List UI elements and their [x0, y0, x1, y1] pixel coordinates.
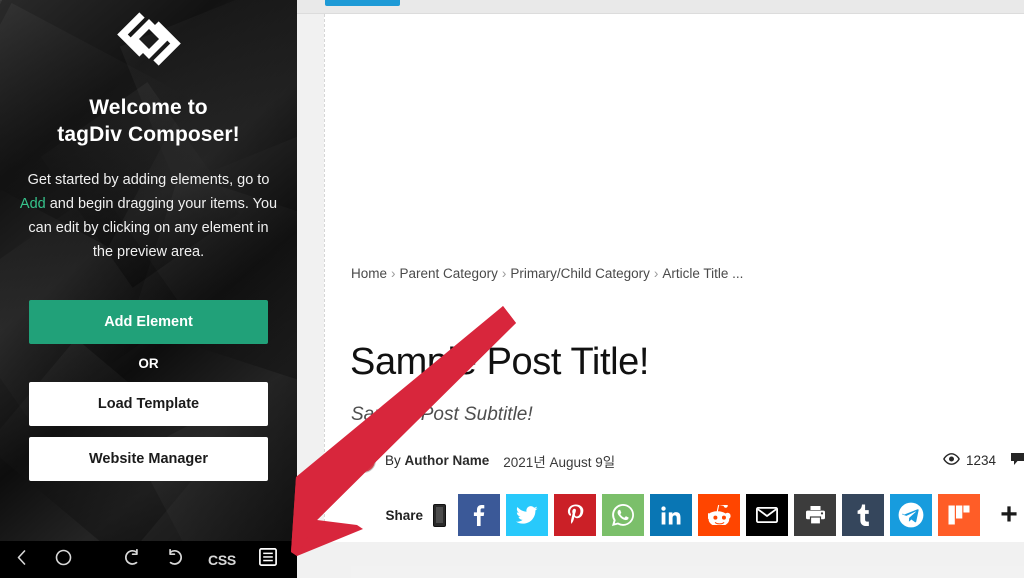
breadcrumb-item-parent-category[interactable]: Parent Category: [400, 266, 498, 281]
undo-icon: [121, 548, 140, 571]
post-meta-row: By Author Name 2021년 August 9일 1234: [351, 448, 1024, 473]
or-divider-label: OR: [138, 356, 159, 371]
by-prefix: By: [385, 453, 405, 468]
share-print-button[interactable]: [794, 494, 836, 536]
author-name[interactable]: Author Name: [405, 453, 490, 468]
breadcrumb-item-home[interactable]: Home: [351, 266, 387, 281]
eye-icon: [943, 453, 960, 468]
welcome-line-1: Welcome to: [89, 96, 208, 119]
share-telegram-button[interactable]: [890, 494, 932, 536]
back-button[interactable]: [6, 541, 36, 578]
website-manager-button[interactable]: Website Manager: [29, 437, 268, 481]
comment-count-stat: [1010, 452, 1024, 469]
share-linkedin-button[interactable]: [650, 494, 692, 536]
share-email-button[interactable]: [746, 494, 788, 536]
avatar: [351, 448, 376, 473]
content-placeholder-block[interactable]: [351, 566, 1024, 578]
page-title: Welcome to tagDiv Composer!: [57, 94, 239, 148]
view-count-stat: 1234: [943, 453, 996, 468]
share-label: Share: [385, 507, 423, 523]
menu-button[interactable]: [245, 541, 291, 578]
hamburger-menu-icon: [259, 548, 277, 571]
view-count-value: 1234: [965, 453, 996, 468]
share-tumblr-button[interactable]: [842, 494, 884, 536]
desc-add-link[interactable]: Add: [20, 196, 46, 212]
share-pinterest-button[interactable]: [554, 494, 596, 536]
load-template-button[interactable]: Load Template: [29, 382, 268, 426]
breadcrumb-separator: ›: [653, 266, 659, 281]
desc-part-1: Get started by adding elements, go to: [27, 172, 270, 188]
desc-part-2: and begin dragging your items. You can e…: [28, 196, 278, 260]
share-facebook-button[interactable]: [458, 494, 500, 536]
home-button[interactable]: [36, 541, 90, 578]
welcome-description: Get started by adding elements, go to Ad…: [19, 168, 278, 264]
composer-bottom-toolbar: CSS: [0, 541, 297, 578]
welcome-line-2: tagDiv Composer!: [57, 123, 240, 146]
preview-topbar: [297, 0, 1024, 14]
comment-icon: [1010, 452, 1024, 469]
preview-area: Home › Parent Category › Primary/Child Categ…: [297, 0, 1024, 578]
breadcrumb-separator: ›: [391, 266, 396, 281]
app-screen: Welcome to tagDiv Composer! Get started …: [0, 0, 1024, 578]
css-button[interactable]: CSS: [199, 541, 245, 578]
breadcrumb-separator: ›: [501, 266, 507, 281]
post-stats: 1234: [943, 452, 1024, 469]
breadcrumb-item-article: Article Title ...: [662, 266, 744, 281]
post-title[interactable]: Sample Post Title!: [350, 338, 649, 386]
mobile-phone-icon[interactable]: [433, 503, 446, 527]
circle-home-icon: [55, 549, 72, 571]
post-author: By Author Name: [385, 453, 489, 468]
undo-button[interactable]: [107, 541, 153, 578]
composer-sidebar: Welcome to tagDiv Composer! Get started …: [0, 0, 297, 578]
share-reddit-button[interactable]: [698, 494, 740, 536]
share-more-button[interactable]: +: [994, 494, 1024, 536]
share-twitter-button[interactable]: [506, 494, 548, 536]
add-element-button[interactable]: Add Element: [29, 300, 268, 344]
share-mix-button[interactable]: [938, 494, 980, 536]
chevron-left-icon: [17, 549, 26, 570]
breadcrumb-item-child-category[interactable]: Primary/Child Category: [510, 266, 650, 281]
redo-icon: [167, 548, 186, 571]
post-subtitle[interactable]: Sample Post Subtitle!: [351, 404, 533, 426]
redo-button[interactable]: [153, 541, 199, 578]
share-whatsapp-button[interactable]: [602, 494, 644, 536]
share-row: Share +: [351, 494, 1024, 536]
post-date: 2021년 August 9일: [503, 454, 616, 470]
tagdiv-logo: [106, 6, 192, 72]
preview-canvas[interactable]: Home › Parent Category › Primary/Child Categ…: [324, 14, 1024, 578]
breadcrumb: Home › Parent Category › Primary/Child Categ…: [351, 266, 743, 281]
active-tab-indicator[interactable]: [325, 0, 400, 6]
tagdiv-diamond-logo-icon: [109, 8, 189, 70]
